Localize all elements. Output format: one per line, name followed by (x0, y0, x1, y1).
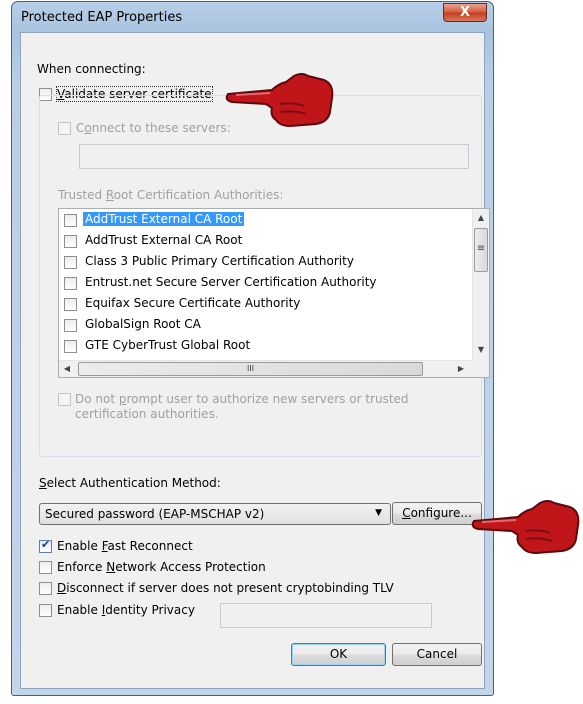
list-item[interactable]: GlobalSign Root CA (59, 315, 455, 336)
scroll-down-icon[interactable]: ▼ (473, 345, 489, 354)
list-item-label: AddTrust External CA Root (83, 212, 245, 226)
list-item-label: Equifax Secure Certificate Authority (85, 296, 301, 310)
list-item[interactable]: GTE CyberTrust Global Root (59, 336, 455, 357)
vertical-scrollbar[interactable]: ▲ ≡ ▼ (472, 209, 489, 361)
nap-label[interactable]: Enforce Network Access Protection (57, 560, 266, 574)
fast-reconnect-checkbox[interactable] (39, 538, 52, 553)
grip-icon: ≡ (476, 243, 486, 254)
list-item-label: Class 3 Public Primary Certification Aut… (85, 254, 354, 268)
identity-privacy-checkbox[interactable] (39, 604, 52, 617)
chevron-down-icon: ▼ (375, 508, 382, 518)
scroll-right-icon[interactable]: ▶ (456, 364, 466, 373)
servers-input[interactable] (79, 144, 469, 169)
configure-button[interactable]: Configure... (392, 502, 482, 525)
cancel-button[interactable]: Cancel (392, 643, 482, 666)
grip-icon: III (246, 364, 255, 373)
cryptobinding-checkbox[interactable] (39, 582, 52, 595)
list-item-checkbox[interactable] (64, 277, 77, 290)
fast-reconnect-label[interactable]: Enable Fast Reconnect (57, 539, 193, 553)
list-item[interactable]: Class 3 Public Primary Certification Aut… (59, 252, 455, 273)
dialog-title: Protected EAP Properties (21, 10, 183, 25)
list-item-label: AddTrust External CA Root (85, 233, 243, 247)
identity-input[interactable] (220, 603, 432, 628)
ok-button[interactable]: OK (291, 643, 386, 666)
list-item-checkbox[interactable] (64, 340, 77, 353)
list-item-checkbox[interactable] (64, 319, 77, 332)
pointing-hand-icon (225, 73, 334, 128)
cryptobinding-label[interactable]: Disconnect if server does not present cr… (57, 581, 394, 595)
trusted-root-list[interactable]: AddTrust External CA Root AddTrust Exter… (58, 208, 490, 378)
connect-servers-checkbox[interactable] (58, 122, 71, 135)
when-connecting-label: When connecting: (37, 62, 146, 76)
trusted-root-label: Trusted Root Certification Authorities: (58, 188, 284, 202)
identity-privacy-label[interactable]: Enable Identity Privacy (57, 603, 195, 617)
list-item-label: GTE CyberTrust Global Root (85, 338, 251, 352)
scroll-left-icon[interactable]: ◀ (62, 364, 72, 373)
list-item-label: Entrust.net Secure Server Certification … (85, 275, 377, 289)
list-item-checkbox[interactable] (64, 214, 77, 227)
pointing-hand-icon (471, 500, 580, 555)
dialog-client-area: When connecting: Validate server certifi… (20, 32, 490, 689)
no-prompt-label: Do not prompt user to authorize new serv… (75, 392, 409, 421)
list-item-checkbox[interactable] (64, 298, 77, 311)
list-item[interactable]: Entrust.net Secure Server Certification … (59, 273, 455, 294)
connect-servers-label: Connect to these servers: (76, 121, 231, 135)
list-item-label: GlobalSign Root CA (85, 317, 201, 331)
no-prompt-checkbox[interactable] (58, 393, 71, 406)
close-button[interactable]: X (443, 3, 487, 22)
list-item-checkbox[interactable] (64, 235, 77, 248)
list-item[interactable]: Equifax Secure Certificate Authority (59, 294, 455, 315)
vertical-scroll-thumb[interactable]: ≡ (474, 228, 488, 272)
list-item-checkbox[interactable] (64, 256, 77, 269)
auth-method-label: Select Authentication Method: (39, 476, 221, 490)
horizontal-scroll-thumb[interactable]: III (78, 362, 423, 376)
list-item[interactable]: AddTrust External CA Root (59, 231, 455, 252)
auth-method-select[interactable]: Secured password (EAP-MSCHAP v2) ▼ (39, 503, 391, 525)
scrollbar-corner (472, 360, 489, 377)
horizontal-scrollbar[interactable]: ◀ III ▶ (59, 360, 472, 377)
list-item[interactable]: AddTrust External CA Root (59, 210, 455, 231)
scroll-up-icon[interactable]: ▲ (473, 213, 489, 222)
nap-checkbox[interactable] (39, 561, 52, 574)
auth-method-value: Secured password (EAP-MSCHAP v2) (45, 507, 265, 521)
title-bar[interactable]: Protected EAP Properties X (12, 2, 493, 32)
